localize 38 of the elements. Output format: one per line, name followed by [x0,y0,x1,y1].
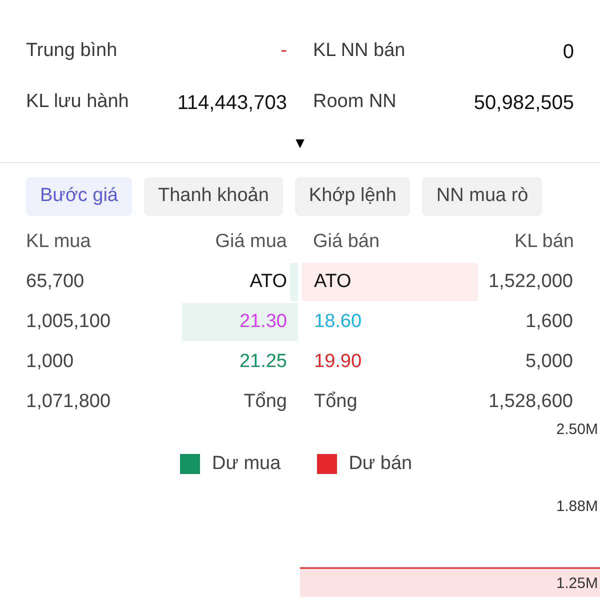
tab[interactable]: Bước giá [26,177,132,216]
column-header: KL bán [513,230,574,254]
sell-volume: 1,522,000 [488,270,573,294]
stat-value: 50,982,505 [474,90,574,116]
y-axis-label: 1.88M [556,499,598,514]
expand-caret[interactable]: ▼ [292,128,308,151]
total-buy-volume: 1,071,800 [26,390,111,414]
stat-label: Room NN [313,90,396,114]
stat-value: 114,443,703 [177,90,287,116]
buy-price: ATO [250,270,287,294]
sell-volume: 5,000 [525,350,573,374]
total-label: Tổng [244,390,287,414]
stat-label: KL NN bán [313,39,406,64]
total-sell-volume: 1,528,600 [488,390,573,414]
legend-label: Dư bán [348,452,412,476]
sell-volume: 1,600 [525,310,573,334]
sell-price: 19.90 [314,350,362,374]
legend-label: Dư mua [212,452,281,476]
stat-value: - [280,39,287,64]
buy-volume: 1,005,100 [26,310,111,334]
stat-value: 0 [562,40,574,64]
column-header: Giá mua [214,230,287,254]
y-axis-label: 1.25M [556,576,598,591]
column-header: Giá bán [313,230,381,254]
tab[interactable]: Thanh khoản [144,177,283,216]
buy-price: 21.25 [239,350,287,374]
total-label: Tổng [314,390,358,414]
buy-price: 21.30 [239,310,287,334]
tab[interactable]: Khớp lệnh [294,177,410,216]
stat-label: Trung bình [26,39,118,64]
sell-price: 18.60 [314,310,362,334]
stat-label: KL lưu hành [26,90,129,114]
buy-volume: 65,700 [26,270,84,294]
buy-volume: 1,000 [26,350,74,374]
y-axis-label: 2.50M [556,422,598,437]
tab[interactable]: NN mua rò [422,177,542,216]
sell-price: ATO [314,270,352,294]
column-header: KL mua [26,230,92,254]
